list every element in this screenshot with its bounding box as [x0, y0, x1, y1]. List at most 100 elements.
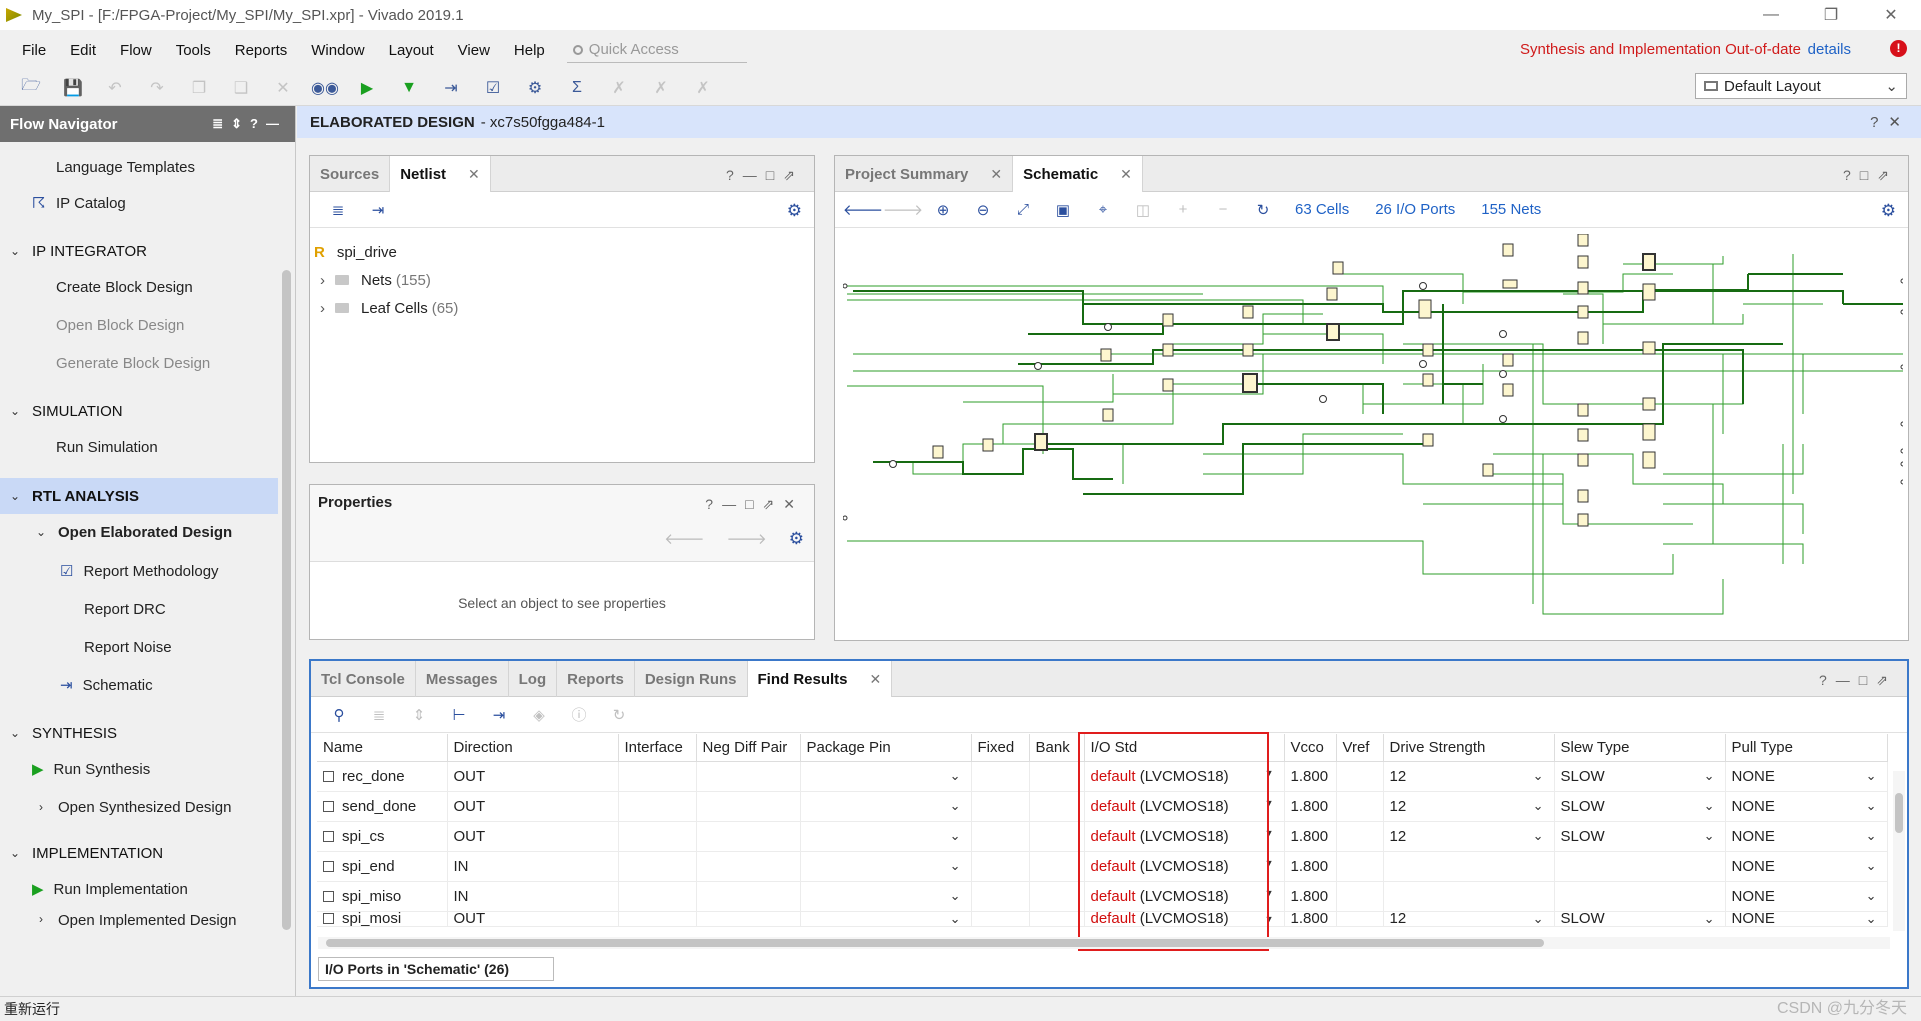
tree-item-nets[interactable]: › Nets (155) — [320, 266, 431, 294]
sigma-icon[interactable]: Σ — [556, 73, 598, 103]
column-header[interactable]: Slew Type — [1554, 734, 1726, 762]
package-pin-cell[interactable]: ⌄ — [800, 851, 972, 882]
expand-plus-icon[interactable]: + — [1163, 196, 1203, 224]
diamond-icon[interactable]: ◈ — [519, 701, 559, 729]
tab-project-summary[interactable]: Project Summary ✕ — [835, 156, 1014, 192]
layout-dropdown[interactable]: Default Layout ⌄ — [1695, 73, 1907, 99]
port-name-cell[interactable]: send_done — [317, 791, 448, 822]
drive-strength-cell[interactable] — [1383, 851, 1555, 882]
nav-open-implemented-design[interactable]: › Open Implemented Design — [0, 912, 278, 932]
chevron-down-icon[interactable]: ⌄ — [1704, 828, 1715, 844]
io-ports-count-link[interactable]: 26 I/O Ports — [1375, 201, 1455, 218]
nav-report-noise[interactable]: Report Noise — [0, 632, 278, 662]
nav-open-synthesized-design[interactable]: › Open Synthesized Design — [0, 792, 278, 822]
table-vertical-scrollbar[interactable] — [1893, 771, 1905, 931]
info-icon[interactable]: ⓘ — [559, 701, 599, 729]
close-tab-icon[interactable]: ✕ — [468, 166, 480, 183]
refresh-icon[interactable]: ↻ — [1243, 196, 1283, 224]
package-pin-cell[interactable]: ⌄ — [800, 791, 972, 822]
drive-strength-cell[interactable]: 12 ⌄ — [1383, 821, 1555, 852]
column-header[interactable]: Vref — [1336, 734, 1384, 762]
details-link[interactable]: details — [1808, 41, 1851, 58]
chevron-down-icon[interactable]: ⌄ — [1533, 911, 1544, 925]
nav-run-synthesis[interactable]: ▶ Run Synthesis — [0, 754, 278, 784]
bank-cell[interactable] — [1029, 791, 1085, 822]
tab-messages[interactable]: Messages — [416, 661, 509, 697]
header-controls[interactable]: ?✕ — [1870, 113, 1911, 131]
nav-language-templates[interactable]: Language Templates — [0, 152, 278, 182]
menu-window[interactable]: Window — [299, 42, 376, 59]
io-std-cell[interactable]: default (LVCMOS18) ▼ — [1084, 791, 1285, 822]
nav-open-block-design[interactable]: Open Block Design — [0, 310, 278, 340]
nav-generate-block-design[interactable]: Generate Block Design — [0, 348, 278, 378]
nav-section-rtl-analysis[interactable]: ⌄ RTL ANALYSIS — [0, 478, 278, 514]
pull-type-cell[interactable]: NONE ⌄ — [1725, 911, 1888, 927]
nav-section-ip-integrator[interactable]: ⌄ IP INTEGRATOR — [0, 236, 278, 266]
menu-edit[interactable]: Edit — [58, 42, 108, 59]
nav-report-methodology[interactable]: ☑ Report Methodology — [0, 556, 278, 586]
chevron-down-icon[interactable]: ⌄ — [950, 828, 961, 844]
back-arrow-icon[interactable]: 🡐 — [843, 196, 883, 224]
minimize-button[interactable]: — — [1741, 0, 1801, 30]
close-tab-icon[interactable]: ✕ — [870, 671, 882, 688]
io-std-cell[interactable]: default (LVCMOS18) ▼ — [1084, 911, 1285, 927]
slew-type-cell[interactable]: SLOW ⌄ — [1554, 791, 1726, 822]
refresh-icon[interactable]: ↻ — [599, 701, 639, 729]
menu-help[interactable]: Help — [502, 42, 557, 59]
dropdown-arrow-icon[interactable]: ▼ — [1265, 912, 1274, 926]
neg-diff-pair-cell[interactable] — [696, 851, 801, 882]
bank-cell[interactable] — [1029, 851, 1085, 882]
chevron-down-icon[interactable]: ⌄ — [1866, 911, 1877, 925]
chevron-down-icon[interactable]: ⌄ — [950, 858, 961, 874]
properties-panel-controls[interactable]: ?—□⇗✕ — [705, 496, 804, 513]
cells-count-link[interactable]: 63 Cells — [1295, 201, 1349, 218]
io-std-cell[interactable]: default (LVCMOS18) ▼ — [1084, 851, 1285, 882]
chevron-down-icon[interactable]: ⌄ — [1533, 798, 1544, 814]
column-header[interactable]: Bank — [1029, 734, 1085, 762]
fixed-cell[interactable] — [971, 911, 1030, 927]
package-pin-cell[interactable]: ⌄ — [800, 911, 972, 927]
column-header[interactable]: Neg Diff Pair — [696, 734, 801, 762]
io-std-cell[interactable]: default (LVCMOS18) ▼ — [1084, 881, 1285, 912]
forward-arrow-icon[interactable]: 🡒 — [883, 196, 923, 224]
slew-type-cell[interactable] — [1554, 881, 1726, 912]
chevron-down-icon[interactable]: ⌄ — [950, 911, 961, 925]
slew-type-cell[interactable]: SLOW ⌄ — [1554, 761, 1726, 792]
chevron-down-icon[interactable]: ⌄ — [1533, 828, 1544, 844]
neg-diff-pair-cell[interactable] — [696, 911, 801, 927]
slew-type-cell[interactable] — [1554, 851, 1726, 882]
open-project-icon[interactable]: 🗁 — [10, 73, 52, 103]
gear-icon[interactable]: ⚙ — [789, 529, 804, 549]
tab-sources[interactable]: Sources — [310, 156, 391, 192]
nets-count-link[interactable]: 155 Nets — [1481, 201, 1541, 218]
direction-cell[interactable]: OUT — [447, 791, 619, 822]
chevron-down-icon[interactable]: ⌄ — [950, 768, 961, 784]
dropdown-arrow-icon[interactable]: ▼ — [1265, 798, 1274, 808]
package-pin-cell[interactable]: ⌄ — [800, 821, 972, 852]
pull-type-cell[interactable]: NONE ⌄ — [1725, 791, 1888, 822]
step-icon[interactable]: ▼ — [388, 73, 430, 103]
drive-strength-cell[interactable]: 12 ⌄ — [1383, 911, 1555, 927]
fixed-cell[interactable] — [971, 761, 1030, 792]
chevron-down-icon[interactable]: ⌄ — [1704, 798, 1715, 814]
column-header[interactable]: Direction — [447, 734, 619, 762]
drive-strength-cell[interactable]: 12 ⌄ — [1383, 791, 1555, 822]
direction-cell[interactable]: IN — [447, 881, 619, 912]
direction-cell[interactable]: OUT — [447, 761, 619, 792]
chevron-down-icon[interactable]: ⌄ — [1866, 798, 1877, 814]
port-name-cell[interactable]: rec_done — [317, 761, 448, 792]
drive-strength-cell[interactable] — [1383, 881, 1555, 912]
scroll-thumb[interactable] — [326, 939, 1544, 947]
zoom-in-icon[interactable]: ⊕ — [923, 196, 963, 224]
column-header[interactable]: Vcco — [1284, 734, 1337, 762]
menu-tools[interactable]: Tools — [164, 42, 223, 59]
interface-cell[interactable] — [618, 881, 697, 912]
column-header[interactable]: Drive Strength — [1383, 734, 1555, 762]
table-row[interactable]: spi_miso IN ⌄ default (LVCMOS18) ▼ 1.800 NONE ⌄ — [317, 881, 1888, 912]
delete-icon[interactable]: ✕ — [262, 73, 304, 103]
nav-schematic[interactable]: ⇥ Schematic — [0, 670, 278, 700]
collapse-all-icon[interactable]: ≣ — [359, 701, 399, 729]
chevron-down-icon[interactable]: ⌄ — [950, 888, 961, 904]
column-header[interactable]: Pull Type — [1725, 734, 1888, 762]
scroll-thumb[interactable] — [282, 270, 291, 930]
